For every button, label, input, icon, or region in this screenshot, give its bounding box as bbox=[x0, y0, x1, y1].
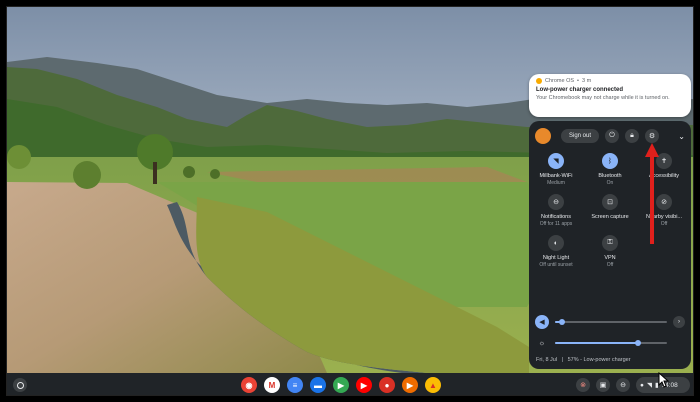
tile-night-light[interactable]: ◐ Night Light Off until sunset bbox=[529, 235, 583, 268]
volume-icon[interactable]: ◀ bbox=[535, 315, 549, 329]
quick-settings-panel: Sign out ⏻ 🔒︎ ⚙ ⌄ ◥ Millbank-WiFi Medium ᛒ B… bbox=[529, 121, 691, 369]
tile-sublabel: Off bbox=[660, 221, 668, 227]
launcher-icon bbox=[16, 381, 24, 389]
tile-sublabel: Medium bbox=[547, 180, 565, 186]
annotation-arrow bbox=[645, 143, 659, 244]
pinned-apps: ◉ M ≡ ▬ ▶ ▶ ● ▶ ▲ bbox=[241, 377, 441, 393]
shelf: ◉ M ≡ ▬ ▶ ▶ ● ▶ ▲ ⊗ ▣ ⊖ ● ◥ ▮ 14:08 bbox=[7, 373, 693, 395]
notification-card[interactable]: Chrome OS • 3 m Low-power charger connec… bbox=[529, 74, 691, 117]
notification-count-icon: ● bbox=[640, 381, 644, 389]
lock-icon[interactable]: 🔒︎ bbox=[625, 129, 640, 143]
screen-capture-icon[interactable]: ⊡ bbox=[602, 194, 618, 210]
tile-label: Millbank-WiFi bbox=[539, 173, 573, 179]
vpn-icon[interactable]: ⚿ bbox=[602, 235, 618, 251]
wifi-icon: ◥ bbox=[646, 382, 652, 389]
launcher-button[interactable] bbox=[13, 378, 27, 392]
volume-slider[interactable]: ◀ › bbox=[535, 315, 685, 329]
tile-wifi[interactable]: ◥ Millbank-WiFi Medium bbox=[529, 153, 583, 186]
play-movies-app-icon[interactable]: ▶ bbox=[402, 377, 418, 393]
bluetooth-icon[interactable]: ᛒ bbox=[602, 153, 618, 169]
files-app-icon[interactable]: ▬ bbox=[310, 377, 326, 393]
play-store-app-icon[interactable]: ▶ bbox=[333, 377, 349, 393]
chrome-os-icon bbox=[536, 78, 542, 84]
tile-sublabel: Off bbox=[606, 262, 614, 268]
screen-record-icon[interactable]: ⊗ bbox=[576, 378, 590, 392]
tile-label: Screen capture bbox=[591, 214, 629, 220]
notification-header: Chrome OS • 3 m bbox=[536, 78, 684, 84]
status-tray-icons: ⊗ ▣ ⊖ bbox=[576, 378, 630, 392]
notification-body: Your Chromebook may not charge while it … bbox=[536, 95, 670, 101]
quick-settings-header: Sign out ⏻ 🔒︎ ⚙ ⌄ bbox=[535, 127, 685, 145]
separator-dot: • bbox=[577, 78, 579, 84]
wifi-icon[interactable]: ◥ bbox=[548, 153, 564, 169]
brightness-track[interactable] bbox=[555, 340, 667, 346]
footer-battery[interactable]: 57% - Low-power charger bbox=[568, 357, 631, 363]
notification-source: Chrome OS bbox=[545, 78, 575, 84]
feature-tiles-grid: ◥ Millbank-WiFi Medium ᛒ Bluetooth On ✝ Accessi… bbox=[529, 153, 691, 268]
brightness-knob[interactable] bbox=[634, 340, 641, 346]
youtube-app-icon[interactable]: ▶ bbox=[356, 377, 372, 393]
tile-bluetooth[interactable]: ᛒ Bluetooth On bbox=[583, 153, 637, 186]
drive-app-icon[interactable]: ▲ bbox=[425, 377, 441, 393]
audio-settings-chevron-icon[interactable]: › bbox=[673, 316, 685, 328]
volume-knob[interactable] bbox=[558, 319, 565, 325]
night-light-icon[interactable]: ◐ bbox=[548, 235, 564, 251]
tile-label: VPN bbox=[604, 255, 616, 261]
quick-settings-footer: Fri, 8 Jul | 57% - Low-power charger bbox=[536, 357, 631, 363]
brightness-slider[interactable]: ☼ bbox=[535, 336, 685, 350]
chrome-app-icon[interactable]: ◉ bbox=[241, 377, 257, 393]
notifications-icon[interactable]: ⊖ bbox=[548, 194, 564, 210]
desktop-frame: Chrome OS • 3 m Low-power charger connec… bbox=[6, 6, 694, 396]
record-app-icon[interactable]: ● bbox=[379, 377, 395, 393]
sign-out-button[interactable]: Sign out bbox=[561, 129, 600, 143]
dnd-icon[interactable]: ⊖ bbox=[616, 378, 630, 392]
tile-sublabel: Off until sunset bbox=[539, 262, 573, 268]
tile-screen-capture[interactable]: ⊡ Screen capture bbox=[583, 194, 637, 227]
notification-time: 3 m bbox=[581, 78, 592, 84]
footer-date[interactable]: Fri, 8 Jul bbox=[536, 357, 557, 363]
phone-hub-icon[interactable]: ▣ bbox=[596, 378, 610, 392]
power-icon[interactable]: ⏻ bbox=[605, 129, 620, 143]
gmail-app-icon[interactable]: M bbox=[264, 377, 280, 393]
tile-notifications[interactable]: ⊖ Notifications Off for 11 apps bbox=[529, 194, 583, 227]
tile-label: Notifications bbox=[541, 214, 571, 220]
tile-vpn[interactable]: ⚿ VPN Off bbox=[583, 235, 637, 268]
tile-label: Bluetooth bbox=[598, 173, 622, 179]
notification-title: Low-power charger connected bbox=[536, 87, 624, 93]
chevron-down-icon[interactable]: ⌄ bbox=[678, 132, 685, 141]
tile-sublabel: On bbox=[606, 180, 614, 186]
avatar[interactable] bbox=[535, 128, 551, 144]
docs-app-icon[interactable]: ≡ bbox=[287, 377, 303, 393]
tile-sublabel: Off for 11 apps bbox=[539, 221, 573, 227]
mouse-cursor-icon bbox=[658, 372, 670, 388]
brightness-fill bbox=[555, 342, 638, 344]
tile-label: Night Light bbox=[542, 255, 570, 261]
volume-track[interactable] bbox=[555, 319, 667, 325]
brightness-icon: ☼ bbox=[538, 339, 546, 347]
